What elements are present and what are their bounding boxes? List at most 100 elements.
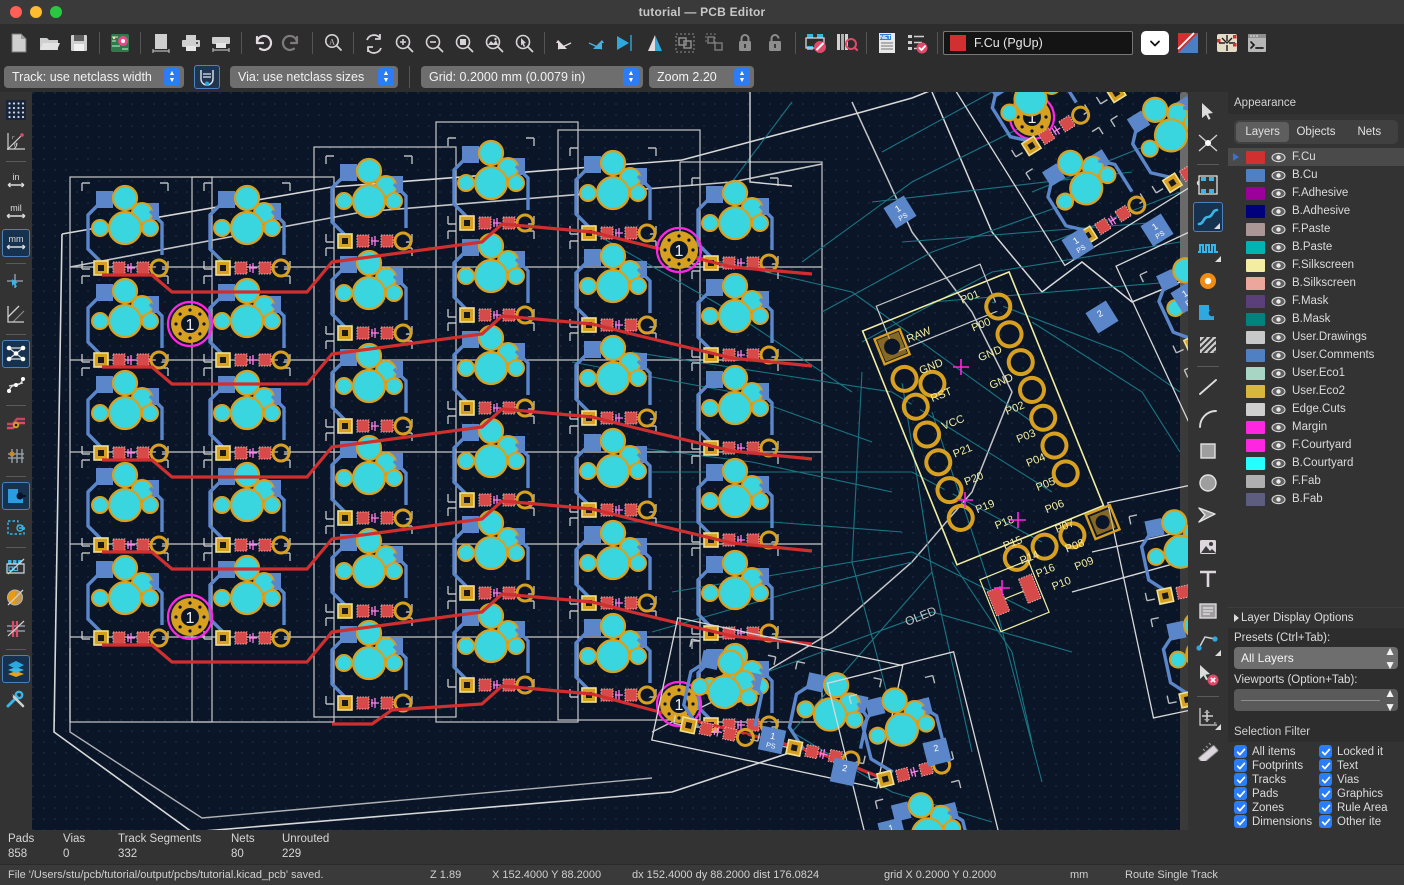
stepper-icon[interactable]: ▲▼ (378, 68, 394, 86)
checkbox-checked-icon[interactable] (1234, 815, 1247, 828)
unlock-button[interactable] (760, 28, 790, 58)
tune-length-tool-button[interactable] (1193, 234, 1223, 264)
checkbox-checked-icon[interactable] (1319, 745, 1332, 758)
layer-row[interactable]: F.Fab (1228, 472, 1404, 490)
units-mils-button[interactable]: mil (2, 198, 30, 226)
checkbox-checked-icon[interactable] (1234, 759, 1247, 772)
draw-polygon-tool-button[interactable] (1193, 500, 1223, 530)
graphics-outline-mode-button[interactable] (2, 513, 30, 541)
pad-fill-mode-button[interactable] (2, 482, 30, 510)
eye-visibility-icon[interactable] (1271, 187, 1286, 200)
grid-combo[interactable]: Grid: 0.2000 mm (0.0079 in) ▲▼ (421, 66, 643, 88)
layer-row[interactable]: Margin (1228, 418, 1404, 436)
selection-filter-item[interactable]: Dimensions (1234, 815, 1315, 828)
layer-row[interactable]: User.Eco1 (1228, 364, 1404, 382)
checkbox-checked-icon[interactable] (1319, 787, 1332, 800)
place-image-tool-button[interactable] (1193, 532, 1223, 562)
layer-pair-button[interactable] (1175, 28, 1201, 58)
eye-visibility-icon[interactable] (1271, 295, 1286, 308)
tab-objects[interactable]: Objects (1289, 122, 1342, 142)
eye-visibility-icon[interactable] (1271, 151, 1286, 164)
zoom-in-button[interactable] (389, 28, 419, 58)
layer-color-swatch[interactable] (1246, 241, 1265, 254)
add-textbox-tool-button[interactable] (1193, 596, 1223, 626)
toggle-layer-manager-button[interactable] (2, 655, 30, 683)
flip-horizontal-button[interactable] (610, 28, 640, 58)
eye-visibility-icon[interactable] (1271, 205, 1286, 218)
route-tracks-tool-button[interactable] (1193, 202, 1223, 232)
rotate-cw-button[interactable] (580, 28, 610, 58)
layer-color-swatch[interactable] (1246, 403, 1265, 416)
layer-color-swatch[interactable] (1246, 187, 1265, 200)
eye-visibility-icon[interactable] (1271, 241, 1286, 254)
layer-row[interactable]: F.Adhesive (1228, 184, 1404, 202)
layer-row[interactable]: B.Cu (1228, 166, 1404, 184)
toggle-polar-coords-button[interactable]: rθ (2, 127, 30, 155)
show-ratsnest-button[interactable] (1212, 28, 1242, 58)
draw-arc-tool-button[interactable] (1193, 404, 1223, 434)
show-ratsnest-button[interactable] (2, 340, 30, 368)
layer-display-options-toggle[interactable]: Layer Display Options (1228, 607, 1404, 628)
units-mm-button[interactable]: mm (2, 229, 30, 257)
selection-filter-item[interactable]: Pads (1234, 787, 1315, 800)
layer-color-swatch[interactable] (1246, 367, 1265, 380)
layer-color-swatch[interactable] (1246, 457, 1265, 470)
eye-visibility-icon[interactable] (1271, 331, 1286, 344)
layer-color-swatch[interactable] (1246, 223, 1265, 236)
checkbox-checked-icon[interactable] (1319, 759, 1332, 772)
pcb-canvas[interactable]: 1 1 1 (32, 92, 1188, 830)
layer-color-swatch[interactable] (1246, 475, 1265, 488)
track-fill-mode-button[interactable] (2, 411, 30, 439)
selection-filter-item[interactable]: Rule Area (1319, 801, 1400, 814)
update-netlist-button[interactable]: NET (872, 28, 902, 58)
track-width-mode-button[interactable] (194, 65, 220, 89)
eye-visibility-icon[interactable] (1271, 313, 1286, 326)
checkbox-checked-icon[interactable] (1319, 801, 1332, 814)
units-inches-button[interactable]: in (2, 167, 30, 195)
selection-filter-item[interactable]: Tracks (1234, 773, 1315, 786)
appearance-tabs[interactable]: Layers Objects Nets (1234, 120, 1398, 144)
set-origin-tool-button[interactable] (1193, 702, 1223, 732)
highlight-net-tool-button[interactable] (1193, 128, 1223, 158)
zoom-to-selection-button[interactable] (509, 28, 539, 58)
via-size-combo[interactable]: Via: use netclass sizes ▲▼ (230, 66, 398, 88)
eye-visibility-icon[interactable] (1271, 169, 1286, 182)
place-via-tool-button[interactable] (1193, 266, 1223, 296)
eye-visibility-icon[interactable] (1271, 349, 1286, 362)
eye-visibility-icon[interactable] (1271, 259, 1286, 272)
place-zone-tool-button[interactable] (1193, 298, 1223, 328)
layer-row[interactable]: B.Adhesive (1228, 202, 1404, 220)
layer-row[interactable]: User.Eco2 (1228, 382, 1404, 400)
layer-list[interactable]: F.CuB.CuF.AdhesiveB.AdhesiveF.PasteB.Pas… (1228, 146, 1404, 508)
checkbox-checked-icon[interactable] (1234, 787, 1247, 800)
layer-color-swatch[interactable] (1246, 205, 1265, 218)
save-board-button[interactable] (64, 28, 94, 58)
new-board-button[interactable] (4, 28, 34, 58)
tool-variants-indicator[interactable] (1215, 650, 1221, 656)
run-drc-button[interactable] (902, 28, 932, 58)
eye-visibility-icon[interactable] (1271, 439, 1286, 452)
flip-vertical-button[interactable] (640, 28, 670, 58)
eye-visibility-icon[interactable] (1271, 475, 1286, 488)
eye-visibility-icon[interactable] (1271, 223, 1286, 236)
toggle-45-degree-button[interactable] (2, 300, 30, 328)
stepper-icon[interactable]: ▲▼ (623, 68, 639, 86)
layer-row[interactable]: B.Courtyard (1228, 454, 1404, 472)
track-width-combo[interactable]: Track: use netclass width ▲▼ (4, 66, 184, 88)
add-dimension-tool-button[interactable] (1193, 628, 1223, 658)
eye-visibility-icon[interactable] (1271, 403, 1286, 416)
layer-color-swatch[interactable] (1246, 169, 1265, 182)
draw-line-tool-button[interactable] (1193, 372, 1223, 402)
scripting-console-button[interactable] (1242, 28, 1272, 58)
checkbox-checked-icon[interactable] (1234, 773, 1247, 786)
checkbox-checked-icon[interactable] (1319, 815, 1332, 828)
layer-row[interactable]: B.Paste (1228, 238, 1404, 256)
layer-row[interactable]: F.Cu (1228, 148, 1404, 166)
layer-row[interactable]: B.Mask (1228, 310, 1404, 328)
tab-nets[interactable]: Nets (1343, 122, 1396, 142)
preferences-button[interactable] (2, 686, 30, 714)
selection-filter-item[interactable]: Footprints (1234, 759, 1315, 772)
board-setup-button[interactable] (105, 28, 135, 58)
layer-color-swatch[interactable] (1246, 277, 1265, 290)
zoom-combo[interactable]: Zoom 2.20 ▲▼ (649, 66, 754, 88)
